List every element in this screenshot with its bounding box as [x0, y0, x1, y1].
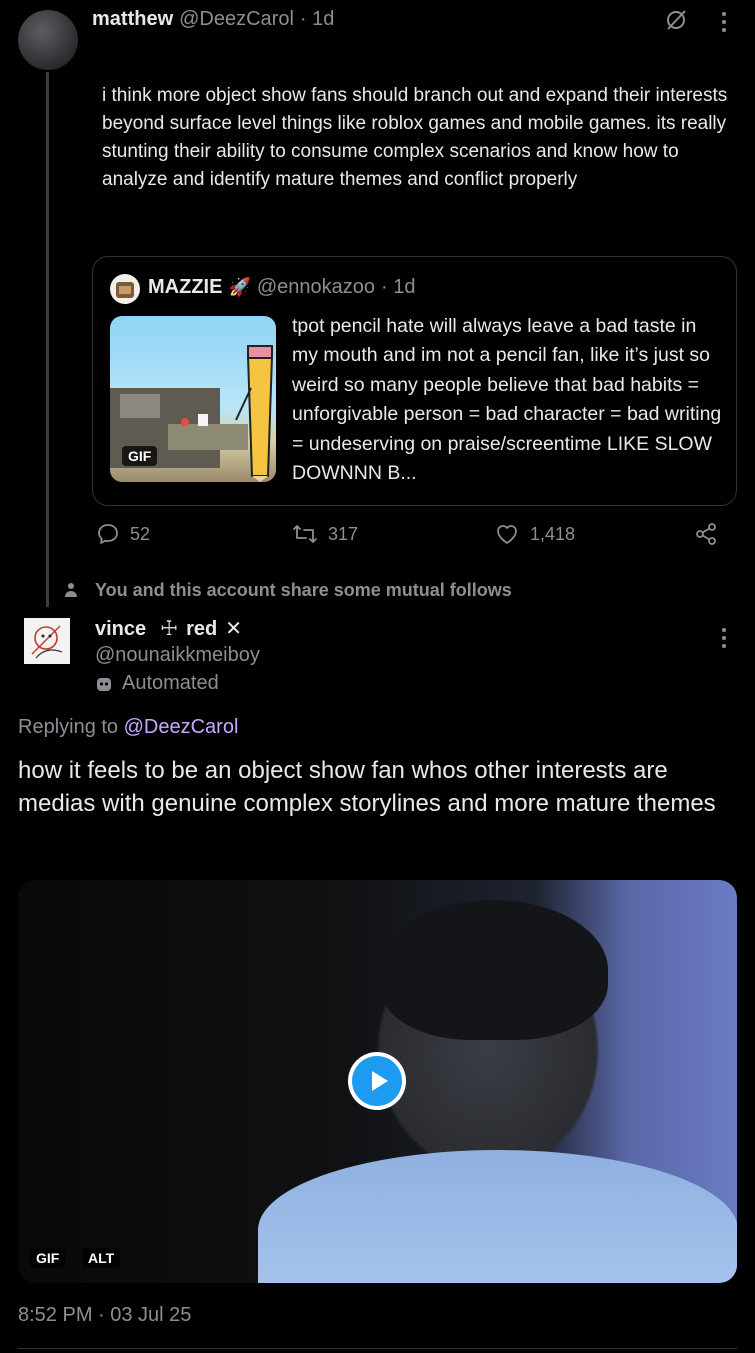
reply-more-options-icon[interactable]	[720, 626, 728, 650]
quote-avatar[interactable]	[110, 274, 140, 304]
quote-author-name[interactable]: MAZZIE	[148, 276, 222, 299]
replying-to: Replying to @DeezCarol	[18, 716, 238, 739]
quote-author-emoji: 🚀	[228, 277, 251, 297]
replying-to-handle[interactable]: @DeezCarol	[124, 716, 239, 738]
reply-author-avatar[interactable]	[24, 618, 70, 664]
reply-author-name[interactable]: vince	[95, 618, 146, 641]
tweet-header: matthew @DeezCarol · 1d	[92, 8, 334, 31]
gif-badge: GIF	[30, 1248, 66, 1268]
reply-media-gif[interactable]: GIF ALT	[18, 880, 737, 1283]
person-icon	[64, 582, 78, 598]
share-icon[interactable]	[694, 522, 718, 546]
author-handle[interactable]: @DeezCarol	[179, 8, 294, 31]
quote-header: MAZZIE 🚀 @ennokazoo · 1d	[148, 276, 416, 299]
automated-bot-icon	[94, 674, 114, 694]
reply-header: vince ☩ red ✕	[95, 616, 242, 641]
reply-icon	[96, 522, 120, 546]
reply-author-handle[interactable]: @nounaikkmeiboy	[95, 644, 260, 667]
more-options-icon[interactable]	[720, 10, 728, 34]
author-name[interactable]: matthew	[92, 8, 173, 31]
thread-line	[46, 72, 49, 607]
name-x-symbol: ✕	[225, 618, 242, 640]
mutual-follows-note: You and this account share some mutual f…	[95, 580, 512, 600]
divider	[18, 1348, 737, 1349]
quote-author-handle[interactable]: @ennokazoo	[257, 276, 375, 299]
name-cross-symbol: ☩	[160, 618, 179, 640]
heart-icon	[494, 522, 520, 546]
reply-text: how it feels to be an object show fan wh…	[18, 757, 716, 817]
quote-gif-badge: GIF	[122, 446, 158, 466]
author-avatar[interactable]	[18, 10, 78, 70]
repost-icon	[292, 522, 318, 546]
reply-author-name-red: red	[186, 618, 218, 640]
automated-label: Automated	[122, 672, 219, 694]
alt-badge[interactable]: ALT	[82, 1248, 121, 1268]
quote-text: tpot pencil hate will always leave a bad…	[292, 315, 722, 485]
like-button[interactable]: 1,418	[494, 522, 575, 546]
play-button[interactable]	[352, 1056, 402, 1106]
repost-button[interactable]: 317	[292, 522, 358, 546]
reply-button[interactable]: 52	[96, 522, 150, 546]
like-count: 1,418	[530, 523, 576, 544]
replying-to-prefix: Replying to	[18, 716, 119, 738]
play-icon	[372, 1071, 388, 1091]
tweet-text: i think more object show fans should bra…	[102, 85, 728, 190]
grok-icon[interactable]	[664, 8, 688, 32]
repost-count: 317	[328, 523, 359, 544]
quote-media-thumbnail[interactable]: GIF	[110, 316, 276, 482]
reply-timestamp: 8:52 PM · 03 Jul 25	[18, 1304, 192, 1326]
reply-count: 52	[130, 523, 151, 544]
tweet-time: · 1d	[299, 8, 335, 30]
quote-time: · 1d	[381, 276, 416, 298]
